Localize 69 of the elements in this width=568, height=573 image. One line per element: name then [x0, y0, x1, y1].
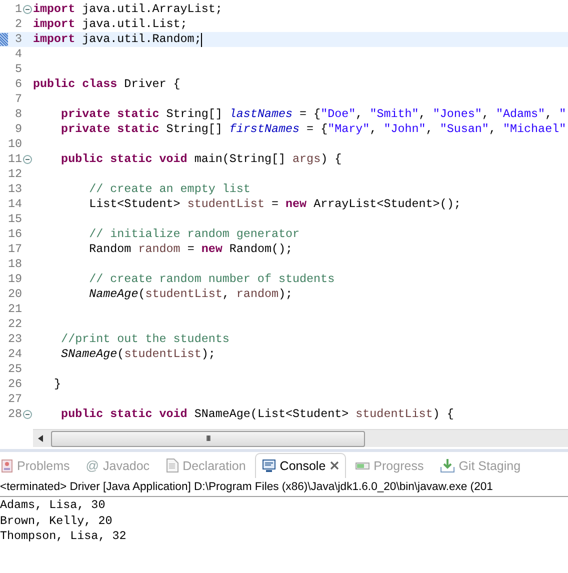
code-line: public class Driver { — [33, 77, 180, 92]
line-number: 28 — [8, 407, 22, 422]
line-number: 2 — [14, 17, 22, 32]
scrollbar-thumb[interactable]: III — [51, 430, 365, 446]
warning-list-icon — [1, 458, 13, 472]
line-number: 8 — [14, 107, 22, 122]
console-output-line: Brown, Kelly, 20 — [0, 514, 112, 529]
code-line: import java.util.List; — [33, 17, 188, 32]
line-number: 22 — [8, 317, 22, 332]
line-number: 11 — [8, 152, 22, 167]
line-number: 6 — [14, 77, 22, 92]
line-number: 23 — [8, 332, 22, 347]
close-icon[interactable] — [330, 461, 339, 470]
horizontal-scrollbar[interactable]: III — [33, 429, 568, 447]
code-line: // create random number of students — [88, 272, 335, 287]
code-line: private static String[] lastNames = {"Doe", "Smith", "Jones", "Adams", " — [60, 107, 566, 122]
download-tray-icon — [440, 458, 455, 473]
line-number: 26 — [8, 377, 22, 392]
progress-bar-icon — [354, 460, 370, 472]
line-number: 14 — [8, 197, 22, 212]
line-number: 1 — [14, 2, 22, 17]
panel-tab[interactable]: Progress — [348, 452, 431, 478]
line-number: 5 — [14, 62, 22, 77]
console-status: <terminated> Driver [Java Application] D:\Program Files (x86)\Java\jdk1.6.0_20\bin\javaw.exe (201 — [0, 478, 568, 497]
line-number: 19 — [8, 272, 22, 287]
monitor-icon — [262, 458, 276, 472]
line-number: 3 — [14, 32, 22, 47]
line-number: 25 — [8, 362, 22, 377]
line-number: 7 — [14, 92, 22, 107]
collapse-icon[interactable] — [23, 155, 32, 164]
line-number: 18 — [8, 257, 22, 272]
code-line: //print out the students — [60, 332, 230, 347]
code-line: // initialize random generator — [88, 227, 300, 242]
line-number: 9 — [14, 122, 22, 137]
code-line: SNameAge(studentList); — [60, 347, 216, 362]
at-sign-icon: @ — [86, 458, 99, 473]
code-line: List<Student> studentList = new ArrayList<Student>(); — [88, 197, 461, 212]
collapse-icon[interactable] — [23, 410, 32, 419]
panel-tab[interactable]: Console — [254, 452, 346, 478]
line-number: 10 — [8, 137, 22, 152]
line-number: 15 — [8, 212, 22, 227]
code-line: // create an empty list — [88, 182, 250, 197]
line-number: 27 — [8, 392, 22, 407]
console-output-line: Adams, Lisa, 30 — [0, 498, 106, 514]
line-number: 17 — [8, 242, 22, 257]
line-number: 21 — [8, 302, 22, 317]
code-line: NameAge(studentList, random); — [88, 287, 293, 302]
code-line: public static void main(String[] args) { — [60, 152, 342, 167]
line-number: 24 — [8, 347, 22, 362]
change-marker-icon — [0, 33, 8, 46]
code-line: } — [53, 377, 62, 392]
code-line: Random random = new Random(); — [88, 242, 293, 257]
code-line: import java.util.Random; — [33, 32, 202, 47]
console-output-line: Thompson, Lisa, 32 — [0, 529, 126, 544]
line-number: 12 — [8, 167, 22, 182]
line-number: 4 — [14, 47, 22, 62]
line-number: 13 — [8, 182, 22, 197]
document-icon — [166, 458, 179, 473]
text-cursor — [201, 32, 202, 46]
panel-tab[interactable]: Declaration — [158, 452, 253, 478]
code-line: public static void SNameAge(List<Student> studentList) { — [60, 407, 454, 422]
code-line: private static String[] firstNames = {"Mary", "John", "Susan", "Michael" — [60, 122, 566, 137]
panel-tab[interactable]: Problems — [0, 452, 77, 478]
collapse-icon[interactable] — [23, 5, 32, 14]
panel-tab[interactable]: @ Javadoc — [78, 452, 157, 478]
panel-tab[interactable]: Git Staging — [432, 452, 528, 478]
line-number: 20 — [8, 287, 22, 302]
line-number: 16 — [8, 227, 22, 242]
code-line: import java.util.ArrayList; — [33, 2, 222, 17]
